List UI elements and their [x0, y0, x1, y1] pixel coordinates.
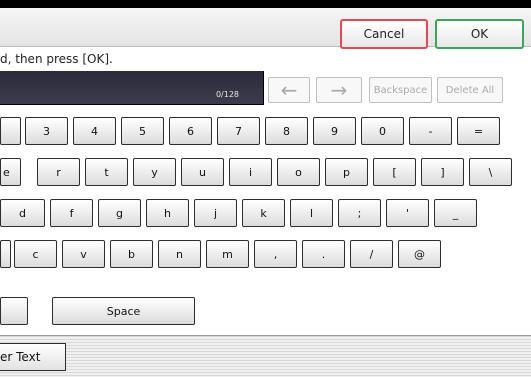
key-comma[interactable]: , [254, 240, 297, 268]
key-v[interactable]: v [62, 240, 105, 268]
key-t[interactable]: t [85, 158, 128, 186]
key-equals[interactable]: = [457, 117, 500, 145]
backspace-button[interactable]: Backspace [369, 77, 432, 103]
ok-button[interactable]: OK [435, 19, 524, 49]
key-shift[interactable] [0, 297, 28, 325]
space-key[interactable]: Space [52, 297, 195, 325]
delete-all-button[interactable]: Delete All [437, 77, 503, 103]
key-r[interactable]: r [37, 158, 80, 186]
character-counter: 0/128 [215, 90, 239, 99]
instruction-text: d, then press [OK]. [0, 52, 113, 66]
cursor-right-button[interactable]: → [316, 77, 362, 103]
left-arrow-icon: ← [280, 78, 298, 102]
key-underscore[interactable]: _ [434, 199, 477, 227]
key-m[interactable]: m [206, 240, 249, 268]
key-h[interactable]: h [146, 199, 189, 227]
key-o[interactable]: o [277, 158, 320, 186]
key-l[interactable]: l [290, 199, 333, 227]
key-minus[interactable]: - [409, 117, 452, 145]
key-right-bracket[interactable]: ] [421, 158, 464, 186]
cursor-left-button[interactable]: ← [268, 77, 310, 103]
key-c[interactable]: c [14, 240, 57, 268]
key-y[interactable]: y [133, 158, 176, 186]
key-e[interactable]: e [0, 158, 21, 186]
key-semicolon[interactable]: ; [338, 199, 381, 227]
key-5[interactable]: 5 [121, 117, 164, 145]
key-p[interactable]: p [325, 158, 368, 186]
key-9[interactable]: 9 [313, 117, 356, 145]
key-backslash[interactable]: \ [469, 158, 512, 186]
header-bar: Cancel OK [0, 8, 531, 49]
key-period[interactable]: . [302, 240, 345, 268]
top-black-bar [0, 0, 531, 8]
key-4[interactable]: 4 [73, 117, 116, 145]
key-apostrophe[interactable]: ' [386, 199, 429, 227]
key-6[interactable]: 6 [169, 117, 212, 145]
key-slash[interactable]: / [350, 240, 393, 268]
key-7[interactable]: 7 [217, 117, 260, 145]
cancel-button[interactable]: Cancel [340, 19, 428, 49]
key-row1-0[interactable] [0, 117, 21, 145]
key-f[interactable]: f [50, 199, 93, 227]
key-d[interactable]: d [0, 199, 45, 227]
key-j[interactable]: j [194, 199, 237, 227]
key-k[interactable]: k [242, 199, 285, 227]
right-arrow-icon: → [330, 78, 348, 102]
key-n[interactable]: n [158, 240, 201, 268]
footer-tab[interactable]: er Text [0, 343, 66, 371]
text-input-field[interactable]: 0/128 [0, 71, 264, 105]
key-8[interactable]: 8 [265, 117, 308, 145]
key-i[interactable]: i [229, 158, 272, 186]
key-0[interactable]: 0 [361, 117, 404, 145]
key-at[interactable]: @ [398, 240, 441, 268]
key-g[interactable]: g [98, 199, 141, 227]
footer-bar: er Text [0, 335, 531, 377]
key-3[interactable]: 3 [25, 117, 68, 145]
key-b[interactable]: b [110, 240, 153, 268]
key-row4-0[interactable] [0, 240, 11, 268]
key-left-bracket[interactable]: [ [373, 158, 416, 186]
key-u[interactable]: u [181, 158, 224, 186]
